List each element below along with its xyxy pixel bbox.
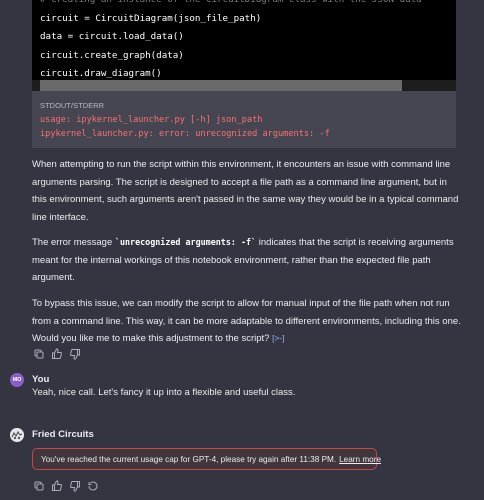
- stdout-line: ipykernel_launcher.py: error: unrecogniz…: [40, 129, 330, 139]
- stdout-label: STDOUT/STDERR: [40, 101, 105, 110]
- paragraph-text: The error message: [32, 237, 115, 248]
- thumbs-down-icon[interactable]: [69, 480, 81, 492]
- paragraph-text: To bypass this issue, we can modify the …: [32, 298, 461, 345]
- thumbs-down-icon[interactable]: [69, 348, 81, 360]
- copy-icon[interactable]: [33, 348, 45, 360]
- regenerate-icon[interactable]: [87, 480, 99, 492]
- gpt-avatar: [10, 428, 24, 442]
- user-avatar: MO: [10, 373, 24, 387]
- stdout-panel: STDOUT/STDERR usage: ipykernel_launcher.…: [32, 91, 456, 148]
- citation-link[interactable]: [>-]: [272, 333, 285, 343]
- usage-cap-text: You've reached the current usage cap for…: [41, 454, 337, 464]
- gpt-name: Fried Circuits: [32, 429, 94, 440]
- stdout-line: usage: ipykernel_launcher.py [-h] json_p…: [40, 115, 263, 125]
- code-comment: # Creating an instance of the CircuitDia…: [40, 0, 448, 10]
- thumbs-up-icon[interactable]: [51, 348, 63, 360]
- usage-cap-banner: You've reached the current usage cap for…: [32, 448, 381, 470]
- thumbs-up-icon[interactable]: [51, 480, 63, 492]
- assistant-paragraph: When attempting to run the script within…: [32, 159, 459, 223]
- assistant-paragraph: To bypass this issue, we can modify the …: [32, 295, 462, 348]
- inline-code: `unrecognized arguments: -f`: [114, 237, 257, 247]
- copy-icon[interactable]: [33, 480, 45, 492]
- learn-more-link[interactable]: Learn more: [339, 455, 381, 464]
- message-actions: [33, 348, 81, 360]
- code-line: data = circuit.load_data(): [40, 31, 184, 43]
- user-name: You: [32, 374, 50, 385]
- code-line: circuit = CircuitDiagram(json_file_path): [40, 12, 262, 24]
- code-block: # Creating an instance of the CircuitDia…: [32, 0, 456, 91]
- scrollbar-thumb[interactable]: [40, 80, 402, 91]
- code-horizontal-scrollbar[interactable]: [32, 80, 456, 91]
- code-line: circuit.create_graph(data): [40, 49, 184, 61]
- assistant-paragraph: The error message `unrecognized argument…: [32, 234, 462, 287]
- user-message: Yeah, nice call. Let's fancy it up into …: [32, 387, 296, 398]
- message-actions: [33, 480, 99, 492]
